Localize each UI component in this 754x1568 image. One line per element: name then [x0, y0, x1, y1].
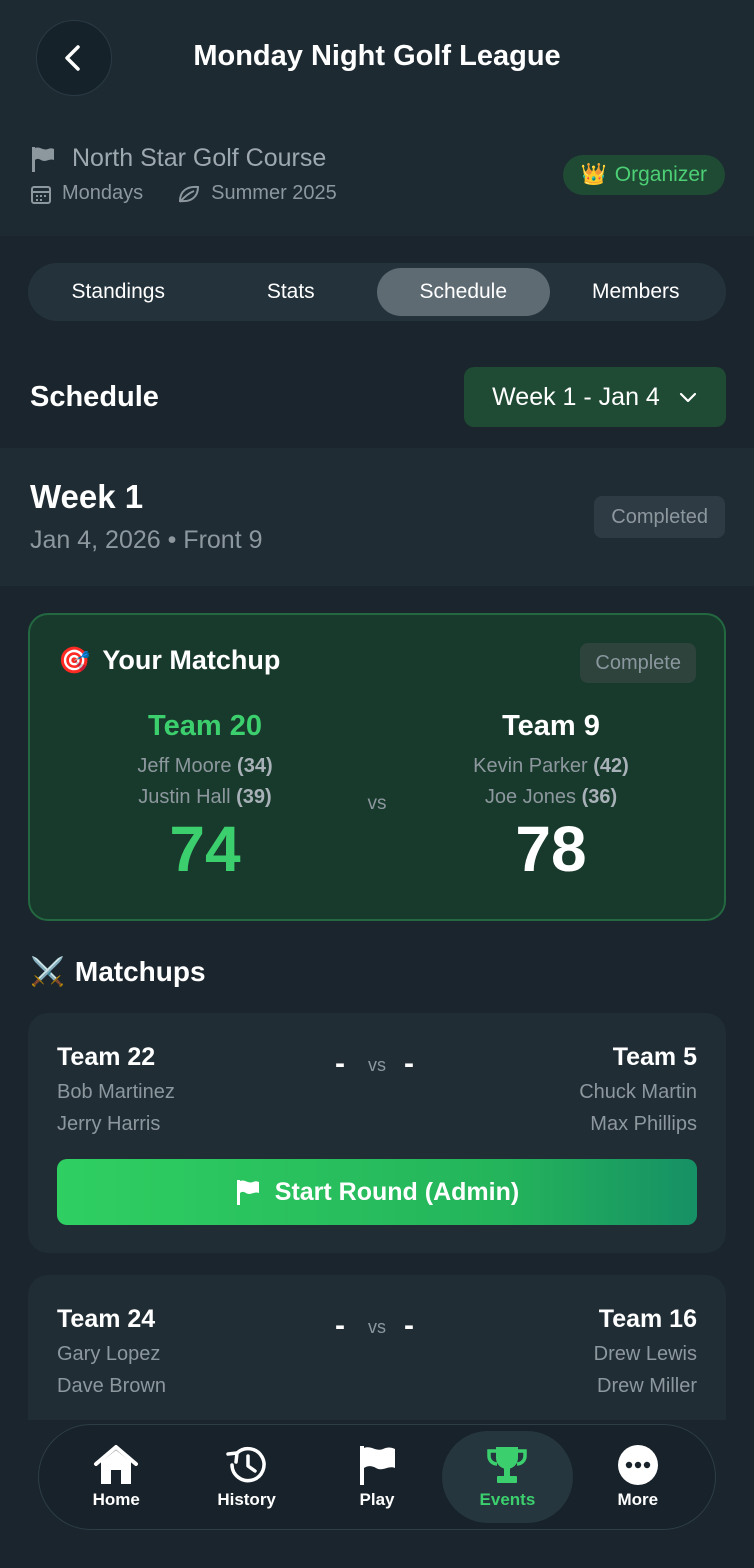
week-selector-label: Week 1 - Jan 4	[492, 382, 660, 411]
right-player: Drew Miller	[597, 1375, 697, 1397]
chevron-down-icon	[679, 392, 696, 403]
week-selector[interactable]: Week 1 - Jan 4	[464, 367, 726, 427]
flag-icon	[360, 1446, 396, 1485]
start-round-button[interactable]: Start Round (Admin)	[57, 1159, 697, 1225]
right-team-name: Team 5	[612, 1043, 697, 1071]
schedule-header: Schedule Week 1 - Jan 4	[30, 366, 726, 428]
tab-standings[interactable]: Standings	[32, 268, 205, 316]
league-season: Summer 2025	[211, 182, 337, 204]
history-icon	[225, 1446, 266, 1483]
right-player: Chuck Martin	[579, 1081, 697, 1103]
bottom-nav: Home History Play Events More	[38, 1424, 716, 1530]
crown-icon: 👑	[580, 163, 607, 186]
leaf-icon	[179, 185, 200, 203]
matchups-title: Matchups	[74, 955, 206, 987]
tab-members[interactable]: Members	[550, 268, 723, 316]
matchup-status-badge: Complete	[580, 643, 696, 683]
right-team-score: -	[404, 1309, 414, 1342]
left-player: Gary Lopez	[57, 1343, 161, 1365]
week-subtitle: Jan 4, 2026 • Front 9	[30, 526, 263, 554]
nav-home-label: Home	[92, 1490, 140, 1509]
league-tabs: Standings Stats Schedule Members	[28, 263, 726, 321]
your-matchup-title: Your Matchup	[102, 645, 281, 675]
schedule-title: Schedule	[30, 380, 159, 413]
week-info: Week 1 Jan 4, 2026 • Front 9 Completed	[0, 448, 754, 586]
nav-home[interactable]: Home	[51, 1431, 181, 1523]
away-player: Joe Jones (36)	[484, 786, 618, 808]
left-player: Jerry Harris	[57, 1113, 161, 1135]
week-status-badge: Completed	[594, 496, 725, 538]
trophy-icon	[487, 1447, 528, 1483]
tab-schedule[interactable]: Schedule	[377, 268, 550, 316]
start-round-label: Start Round (Admin)	[274, 1177, 520, 1206]
target-icon: 🎯	[58, 645, 91, 675]
page-title: Monday Night Golf League	[193, 40, 561, 72]
away-player: Kevin Parker (42)	[473, 755, 629, 777]
organizer-label: Organizer	[614, 163, 707, 186]
nav-history[interactable]: History	[181, 1431, 311, 1523]
league-day: Mondays	[62, 182, 144, 204]
left-player: Dave Brown	[57, 1375, 166, 1397]
course-row: North Star Golf Course	[30, 144, 326, 173]
your-matchup-card[interactable]: 🎯 Your Matchup Complete Team 20 Jeff Moo…	[28, 613, 726, 921]
right-team-score: -	[404, 1047, 414, 1080]
home-team-name: Team 20	[148, 710, 262, 742]
nav-play[interactable]: Play	[312, 1431, 442, 1523]
league-meta: Mondays Summer 2025	[30, 182, 337, 205]
calendar-icon	[31, 185, 51, 204]
away-team-name: Team 9	[502, 710, 600, 742]
crossed-swords-icon: ⚔️	[30, 956, 65, 987]
your-matchup-header: 🎯 Your Matchup	[58, 645, 280, 676]
home-player: Jeff Moore (34)	[137, 755, 273, 777]
right-player: Max Phillips	[590, 1113, 697, 1135]
week-title: Week 1	[30, 478, 144, 515]
nav-events-label: Events	[479, 1490, 536, 1509]
nav-more-label: More	[617, 1490, 659, 1509]
matchup-card[interactable]: Team 22 - vs - Team 5 Bob Martinez Jerry…	[28, 1013, 726, 1253]
flag-icon	[32, 146, 54, 172]
away-team: Team 9 Kevin Parker (42) Joe Jones (36) …	[421, 710, 681, 881]
right-team-name: Team 16	[598, 1305, 697, 1333]
left-player: Bob Martinez	[57, 1081, 175, 1103]
league-header: Monday Night Golf League North Star Golf…	[0, 0, 754, 236]
matchups-header: ⚔️ Matchups	[30, 955, 206, 988]
away-team-score: 78	[515, 813, 587, 885]
nav-more[interactable]: More	[573, 1431, 703, 1523]
home-icon	[94, 1445, 139, 1484]
course-name: North Star Golf Course	[72, 144, 327, 172]
tab-stats[interactable]: Stats	[205, 268, 378, 316]
organizer-badge: 👑 Organizer	[562, 155, 725, 195]
more-icon	[617, 1445, 658, 1485]
nav-history-label: History	[217, 1490, 276, 1509]
flag-icon	[236, 1180, 259, 1205]
nav-play-label: Play	[359, 1490, 395, 1509]
nav-events[interactable]: Events	[442, 1431, 573, 1523]
home-team-score: 74	[169, 813, 241, 885]
right-player: Drew Lewis	[593, 1343, 697, 1365]
